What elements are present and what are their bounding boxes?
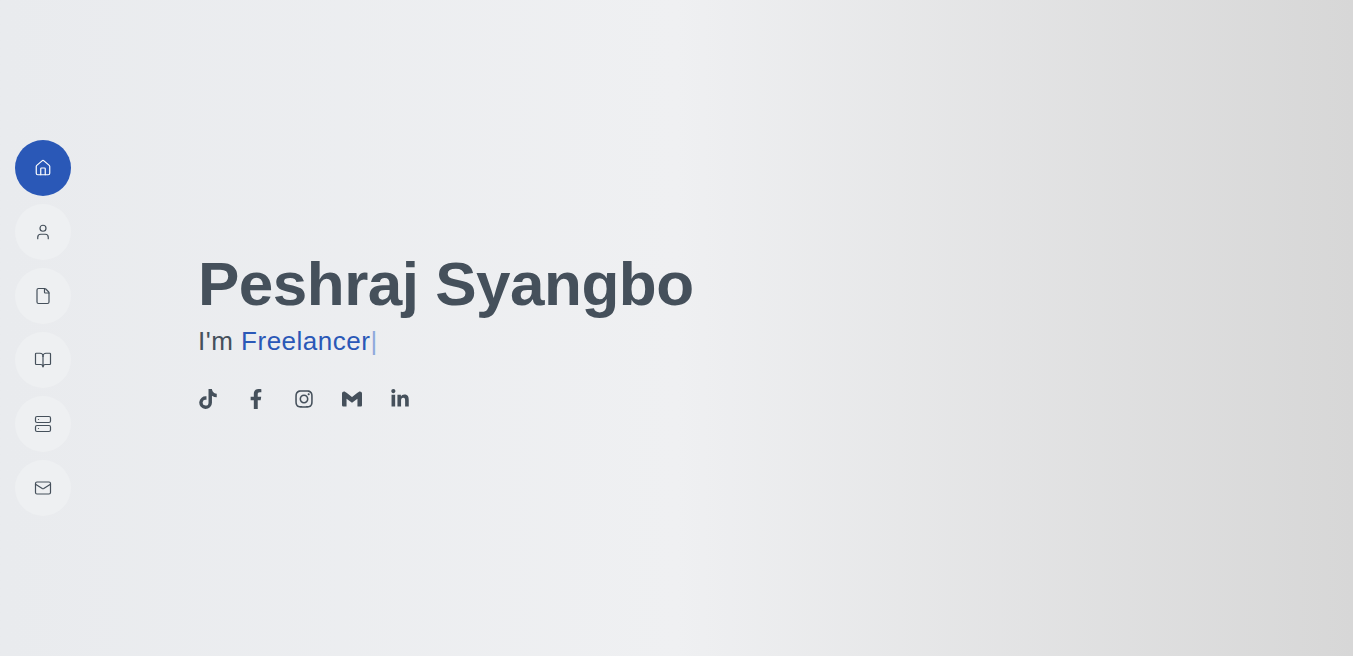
gmail-icon — [342, 389, 362, 409]
hero-name: Peshraj Syangbo — [198, 247, 694, 321]
file-icon — [34, 287, 52, 305]
nav-item[interactable] — [15, 268, 71, 324]
side-nav — [0, 140, 86, 516]
facebook-icon — [246, 389, 266, 409]
home-icon — [34, 159, 52, 177]
hero-page: Peshraj Syangbo I'm Freelancer| — [0, 0, 1353, 656]
nav-item[interactable] — [15, 332, 71, 388]
server-icon — [34, 415, 52, 433]
user-icon — [34, 223, 52, 241]
nav-item[interactable] — [15, 140, 71, 196]
hero-content: Peshraj Syangbo I'm Freelancer| — [198, 247, 694, 409]
social-link[interactable] — [342, 389, 362, 409]
mail-icon — [34, 479, 52, 497]
social-link[interactable] — [246, 389, 266, 409]
typed-word: Freelancer — [241, 326, 370, 356]
book-icon — [34, 351, 52, 369]
linkedin-icon — [390, 389, 410, 409]
social-link[interactable] — [390, 389, 410, 409]
nav-item[interactable] — [15, 460, 71, 516]
nav-item[interactable] — [15, 204, 71, 260]
nav-item[interactable] — [15, 396, 71, 452]
social-link[interactable] — [198, 389, 218, 409]
social-links — [198, 389, 694, 409]
hero-subtitle: I'm Freelancer| — [198, 325, 694, 359]
social-link[interactable] — [294, 389, 314, 409]
tiktok-icon — [198, 389, 218, 409]
subtitle-prefix: I'm — [198, 326, 233, 356]
instagram-icon — [294, 389, 314, 409]
typed-cursor: | — [370, 326, 377, 356]
